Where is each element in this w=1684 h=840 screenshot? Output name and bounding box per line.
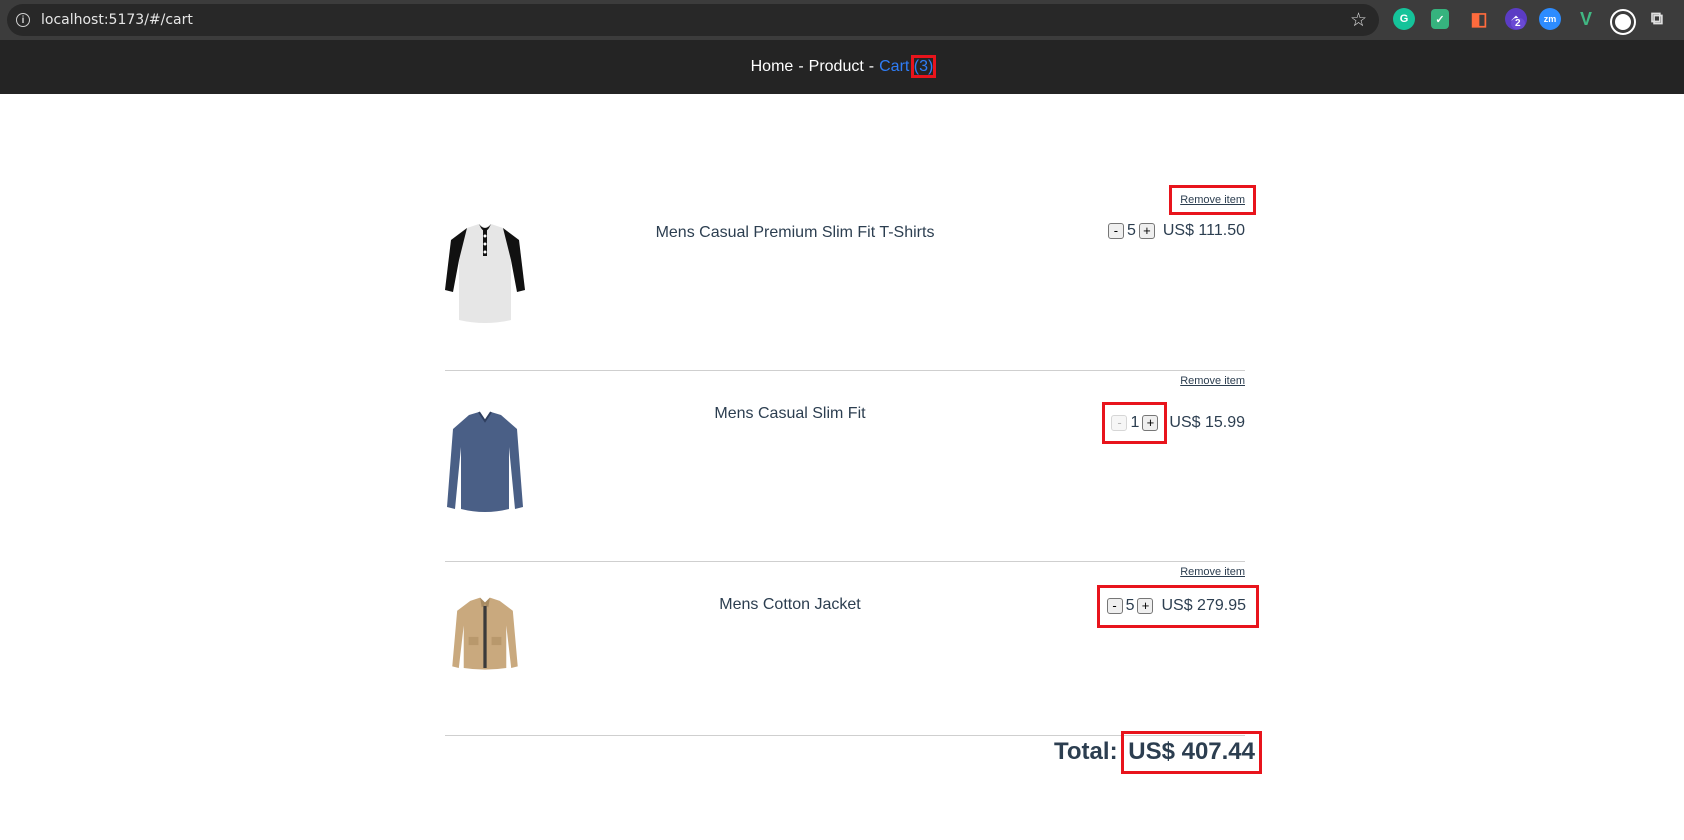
total-label: Total: bbox=[1054, 738, 1118, 765]
increase-qty-button[interactable]: + bbox=[1137, 598, 1154, 614]
browser-toolbar: i localhost:5173/#/cart ☆ G ✓ ◧ ◆ 2 zm V… bbox=[0, 0, 1684, 40]
item-price: US$ 111.50 bbox=[1162, 222, 1245, 239]
shield-extension-icon[interactable]: ✓ bbox=[1431, 9, 1449, 29]
item-quantity: 1 bbox=[1130, 414, 1140, 431]
nav-cart-label: Cart bbox=[879, 58, 910, 75]
nav-home-link[interactable]: Home bbox=[751, 58, 794, 76]
bookmark-star-icon[interactable]: ☆ bbox=[1350, 9, 1367, 32]
nav-cart-link[interactable]: Cart (3) bbox=[879, 55, 937, 78]
cart-item: Mens Casual Premium Slim Fit T-Shirts Re… bbox=[445, 180, 1256, 371]
cart-total: Total: US$ 407.44 bbox=[445, 731, 1262, 774]
extension-badge: 2 bbox=[1511, 18, 1525, 29]
cart-item: Mens Cotton Jacket Remove item - 5 + US$… bbox=[445, 562, 1260, 736]
item-quantity: 5 bbox=[1126, 222, 1136, 239]
remove-item-link[interactable]: Remove item bbox=[1180, 566, 1245, 578]
remove-item-link[interactable]: Remove item bbox=[1180, 375, 1245, 387]
app-nav: Home - Product - Cart (3) bbox=[0, 40, 1684, 94]
cart-count-badge: (3) bbox=[910, 55, 937, 78]
item-price: US$ 279.95 bbox=[1161, 597, 1246, 614]
item-name: Mens Casual Slim Fit bbox=[714, 405, 866, 422]
quantity-controls-highlight: - 1 + bbox=[1102, 402, 1168, 444]
flag-extension-icon[interactable]: ◧ bbox=[1468, 8, 1490, 30]
nav-separator: - bbox=[798, 58, 804, 75]
decrease-qty-button[interactable]: - bbox=[1107, 223, 1124, 239]
quantity-stepper: - 5 + US$ 111.50 bbox=[1105, 222, 1245, 240]
decrease-qty-button[interactable]: - bbox=[1111, 415, 1128, 431]
quantity-stepper: - 5 + US$ 279.95 bbox=[1096, 585, 1260, 628]
decrease-qty-button[interactable]: - bbox=[1106, 598, 1123, 614]
increase-qty-button[interactable]: + bbox=[1142, 415, 1159, 431]
item-price: US$ 15.99 bbox=[1169, 414, 1245, 431]
nav-product-link[interactable]: Product bbox=[809, 58, 864, 76]
item-quantity: 5 bbox=[1125, 597, 1135, 614]
url-text[interactable]: localhost:5173/#/cart bbox=[41, 12, 193, 28]
increase-qty-button[interactable]: + bbox=[1138, 223, 1155, 239]
nav-separator: - bbox=[868, 58, 875, 75]
address-bar[interactable]: i localhost:5173/#/cart ☆ bbox=[7, 4, 1379, 36]
product-image-khaki-jacket bbox=[452, 597, 518, 670]
total-value: US$ 407.44 bbox=[1121, 731, 1262, 774]
item-name: Mens Casual Premium Slim Fit T-Shirts bbox=[655, 224, 935, 241]
extensions-puzzle-icon[interactable]: ⧉ bbox=[1646, 8, 1668, 30]
cart-list: Mens Casual Premium Slim Fit T-Shirts Re… bbox=[445, 180, 1260, 736]
quantity-stepper: - 1 + US$ 15.99 bbox=[1102, 402, 1245, 444]
circle-extension-icon[interactable] bbox=[1612, 11, 1634, 33]
cart-item: Mens Casual Slim Fit Remove item - 1 + U… bbox=[445, 371, 1245, 562]
grammarly-extension-icon[interactable]: G bbox=[1393, 8, 1415, 30]
remove-item-link[interactable]: Remove item bbox=[1169, 185, 1256, 215]
site-info-icon[interactable]: i bbox=[16, 13, 30, 27]
product-image-blue-longsleeve bbox=[447, 411, 523, 512]
vue-devtools-icon[interactable]: V bbox=[1575, 8, 1597, 30]
zoom-extension-icon[interactable]: zm bbox=[1539, 8, 1561, 30]
product-image-henley bbox=[445, 224, 525, 323]
item-name: Mens Cotton Jacket bbox=[719, 596, 861, 613]
